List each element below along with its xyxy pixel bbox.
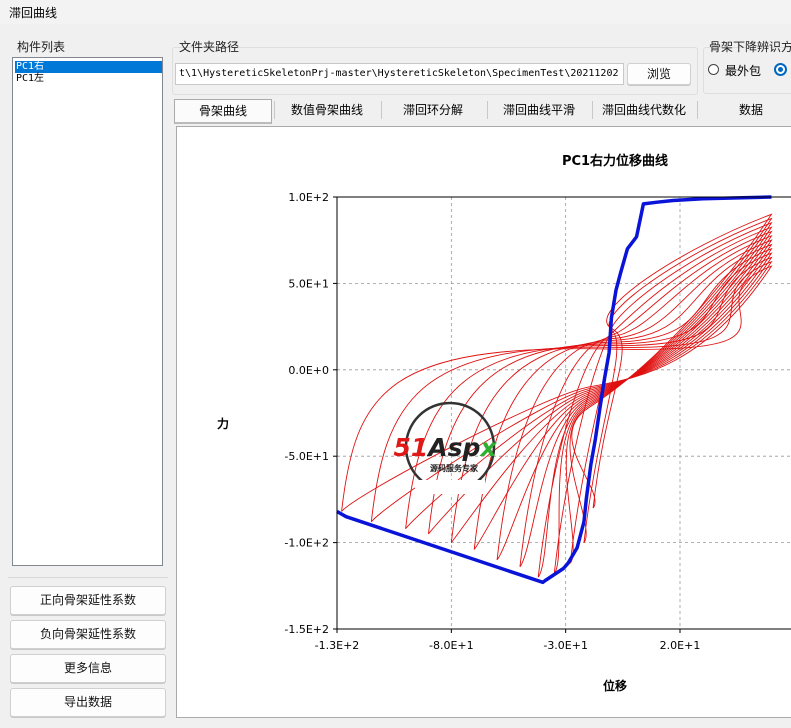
tab-separator	[381, 101, 382, 119]
hysteresis-loop	[473, 243, 773, 550]
list-item[interactable]: PC1右	[15, 61, 162, 73]
tab-separator	[697, 101, 698, 119]
x-tick-label: 2.0E+1	[660, 639, 701, 652]
negative-ductility-button[interactable]: 负向骨架延性系数	[10, 620, 166, 649]
y-tick-label: -5.0E+1	[284, 450, 329, 463]
tab-curve-smooth[interactable]: 滞回曲线平滑	[489, 99, 589, 121]
folder-path-label: 文件夹路径	[179, 40, 240, 54]
divider	[8, 577, 168, 578]
tab-loop-decompose[interactable]: 滞回环分解	[383, 99, 483, 121]
positive-ductility-button[interactable]: 正向骨架延性系数	[10, 586, 166, 615]
tab-data[interactable]: 数据	[704, 99, 791, 121]
y-tick-label: 1.0E+2	[288, 191, 329, 204]
skeleton-curve	[336, 195, 772, 585]
watermark-tagline: 源码服务专家	[430, 463, 479, 473]
skeleton-option-label: 骨架下降辨识方	[709, 40, 791, 54]
y-tick-label: 0.0E+0	[288, 364, 329, 377]
x-tick-label: -3.0E+1	[543, 639, 588, 652]
more-info-button[interactable]: 更多信息	[10, 654, 166, 683]
y-axis-label: 力	[217, 416, 229, 431]
tab-separator	[487, 101, 488, 119]
y-tick-label: -1.5E+2	[284, 623, 329, 636]
tab-curve-algebraize[interactable]: 滞回曲线代数化	[594, 99, 694, 121]
list-item[interactable]: PC1左	[15, 73, 162, 85]
component-list-label: 构件列表	[17, 40, 66, 54]
radio-outer-envelope[interactable]	[708, 64, 719, 75]
chart-title: PC1右力位移曲线	[562, 153, 668, 169]
x-tick-label: -1.3E+2	[315, 639, 360, 652]
y-tick-label: 5.0E+1	[288, 277, 329, 290]
y-tick-label: -1.0E+2	[284, 537, 329, 550]
export-data-button[interactable]: 导出数据	[10, 688, 166, 717]
radio-outer-envelope-label: 最外包	[725, 64, 762, 78]
hysteresis-chart: PC1右力位移曲线 力 位移 -1.3E+2 -8.0E+1 -3.0E+1 2.0E…	[217, 153, 791, 693]
tab-separator	[592, 101, 593, 119]
x-axis-label: 位移	[603, 678, 627, 693]
title-bar: 滞回曲线	[0, 0, 791, 24]
browse-button[interactable]: 浏览	[627, 63, 691, 85]
tab-numeric-skeleton[interactable]: 数值骨架曲线	[276, 99, 378, 121]
watermark-brand: 51Aspx	[393, 433, 497, 462]
hysteresis-loop	[569, 217, 773, 543]
window-title: 滞回曲线	[9, 6, 58, 20]
tab-skeleton-curve[interactable]: 骨架曲线	[174, 99, 272, 124]
watermark-logo: 51Aspx 源码服务专家	[393, 401, 497, 494]
folder-path-input[interactable]: t\1\HystereticSkeletonPrj-master\Hystere…	[175, 63, 624, 85]
radio-option-two[interactable]	[774, 63, 787, 76]
x-tick-label: -8.0E+1	[429, 639, 474, 652]
tab-separator	[274, 101, 275, 119]
component-listbox[interactable]: PC1右 PC1左	[12, 57, 163, 566]
hysteresis-loop	[450, 247, 773, 543]
chart-panel: PC1右力位移曲线 力 位移 -1.3E+2 -8.0E+1 -3.0E+1 2.0E…	[176, 126, 791, 718]
